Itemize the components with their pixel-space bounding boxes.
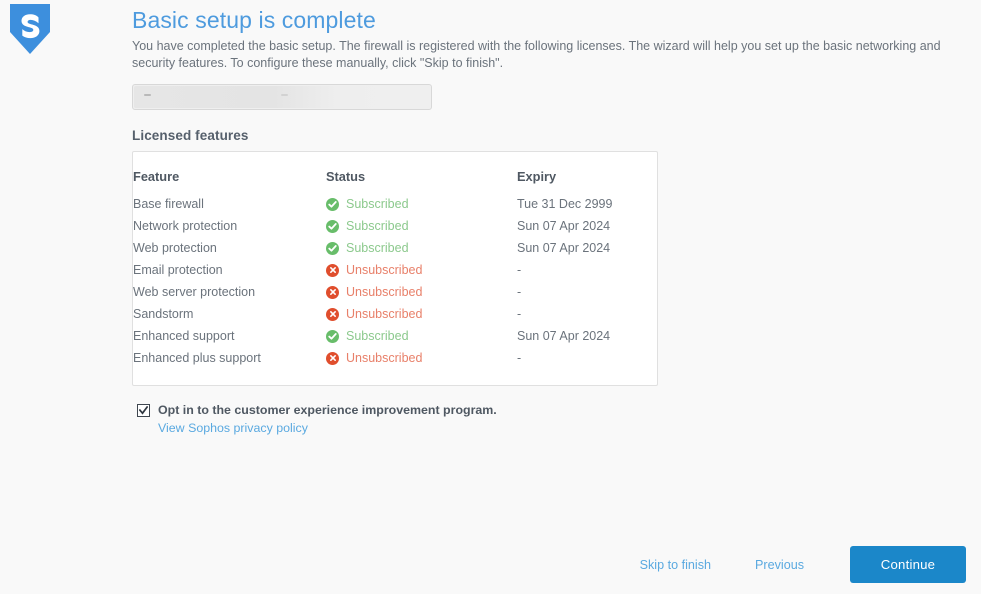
x-circle-icon (326, 307, 339, 321)
cell-expiry: Sun 07 Apr 2024 (517, 219, 611, 233)
privacy-policy-link[interactable]: View Sophos privacy policy (158, 421, 308, 435)
cell-expiry: Tue 31 Dec 2999 (517, 197, 613, 211)
cell-feature: Email protection (133, 263, 223, 277)
cell-feature: Web server protection (133, 285, 256, 299)
table-row: Network protection Subscribed Sun 07 Apr… (133, 215, 657, 237)
status-label: Subscribed (346, 197, 409, 211)
check-circle-icon (326, 329, 339, 343)
cell-expiry: Sun 07 Apr 2024 (517, 329, 611, 343)
cell-status: Subscribed (326, 325, 517, 347)
optin-checkbox[interactable] (137, 404, 150, 417)
cell-status: Subscribed (326, 193, 517, 215)
cell-feature: Enhanced support (133, 329, 235, 343)
column-header-expiry: Expiry (517, 169, 557, 184)
table-row: Base firewall Subscribed Tue 31 Dec 2999 (133, 193, 657, 215)
cell-expiry: Sun 07 Apr 2024 (517, 241, 611, 255)
skip-to-finish-link[interactable]: Skip to finish (640, 558, 711, 572)
optin-section: Opt in to the customer experience improv… (132, 403, 972, 437)
cell-status: Unsubscribed (326, 303, 517, 325)
cell-status: Unsubscribed (326, 347, 517, 369)
cell-feature: Enhanced plus support (133, 351, 261, 365)
table-row: Enhanced support Subscribed Sun 07 Apr 2… (133, 325, 657, 347)
redaction-mark (281, 94, 288, 96)
status-label: Unsubscribed (346, 307, 423, 321)
table-row: Web server protection Unsubscribed - (133, 281, 657, 303)
table-row: Sandstorm Unsubscribed - (133, 303, 657, 325)
table-row: Enhanced plus support Unsubscribed - (133, 347, 657, 369)
redaction-overlay (134, 86, 388, 108)
check-circle-icon (326, 241, 339, 255)
previous-link[interactable]: Previous (755, 558, 804, 572)
licensed-features-table: Feature Status Expiry Base firewall Subs… (133, 165, 657, 369)
status-label: Unsubscribed (346, 351, 423, 365)
wizard-footer: Skip to finish Previous Continue (0, 535, 981, 594)
cell-status: Unsubscribed (326, 281, 517, 303)
page-title: Basic setup is complete (132, 7, 376, 33)
continue-button[interactable]: Continue (850, 546, 966, 583)
x-circle-icon (326, 263, 339, 277)
x-circle-icon (326, 351, 339, 365)
status-label: Subscribed (346, 241, 409, 255)
column-header-feature: Feature (133, 169, 180, 184)
x-circle-icon (326, 285, 339, 299)
status-label: Unsubscribed (346, 263, 423, 277)
status-label: Subscribed (346, 219, 409, 233)
cell-feature: Web protection (133, 241, 217, 255)
optin-label: Opt in to the customer experience improv… (158, 403, 497, 417)
table-row: Email protection Unsubscribed - (133, 259, 657, 281)
cell-status: Subscribed (326, 237, 517, 259)
cell-status: Unsubscribed (326, 259, 517, 281)
redaction-mark (144, 94, 151, 96)
sophos-logo (8, 4, 52, 56)
cell-expiry: - (517, 307, 522, 321)
checkmark-icon (139, 406, 148, 415)
cell-feature: Sandstorm (133, 307, 194, 321)
column-header-status: Status (326, 169, 366, 184)
licensed-features-panel: Feature Status Expiry Base firewall Subs… (132, 151, 658, 386)
status-label: Unsubscribed (346, 285, 423, 299)
cell-expiry: - (517, 351, 522, 365)
cell-status: Subscribed (326, 215, 517, 237)
licensed-features-heading: Licensed features (132, 128, 249, 143)
check-circle-icon (326, 197, 339, 211)
table-row: Web protection Subscribed Sun 07 Apr 202… (133, 237, 657, 259)
cell-expiry: - (517, 263, 522, 277)
cell-feature: Base firewall (133, 197, 204, 211)
status-label: Subscribed (346, 329, 409, 343)
page-subtitle: You have completed the basic setup. The … (132, 39, 941, 70)
cell-expiry: - (517, 285, 522, 299)
sophos-shield-icon (10, 4, 50, 54)
cell-feature: Network protection (133, 219, 238, 233)
wizard-content: Basic setup is complete You have complet… (132, 0, 972, 437)
check-circle-icon (326, 219, 339, 233)
serial-number-input[interactable] (132, 84, 432, 110)
table-header-row: Feature Status Expiry (133, 165, 657, 193)
